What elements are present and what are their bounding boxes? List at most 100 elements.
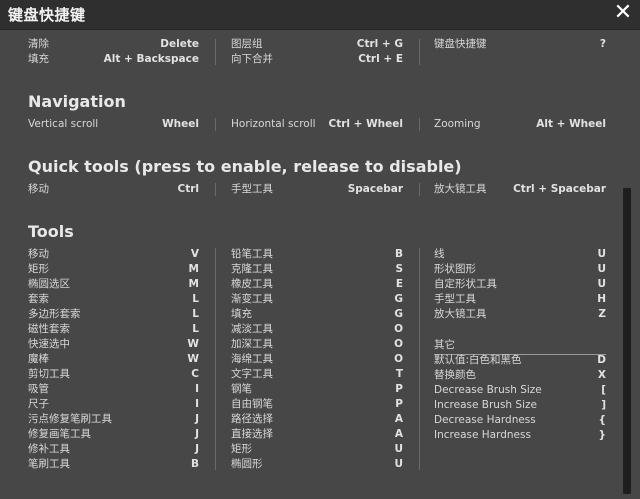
shortcut-label: 自定形状工具 [434,278,497,290]
shortcut-label: 污点修复笔刷工具 [28,413,112,425]
shortcut-label: 修补工具 [28,443,70,455]
shortcut-key: D [597,354,606,366]
shortcut-row: 路径选择 A [231,412,403,427]
shortcut-key: P [395,398,403,410]
column-divider [215,248,216,470]
shortcut-key: H [597,293,606,305]
column-divider [419,39,420,65]
shortcut-key: Ctrl + G [356,38,403,50]
shortcut-row: Vertical scroll Wheel [28,117,199,132]
shortcut-row: 磁性套索 L [28,322,199,337]
shortcut-label: Zooming [434,118,481,130]
shortcut-key: Ctrl + E [358,53,403,65]
shortcut-label: 移动 [28,183,49,195]
shortcut-label: 磁性套索 [28,323,70,335]
shortcut-row: 减淡工具 O [231,322,403,337]
shortcut-label: 移动 [28,248,49,260]
column-divider [419,248,420,470]
shortcut-key: A [394,413,403,425]
shortcut-label: 默认值:白色和黑色 [434,354,522,366]
shortcut-row: 橡皮工具 E [231,277,403,292]
shortcut-key: P [395,383,403,395]
shortcut-row: 海绵工具 O [231,352,403,367]
shortcut-row: 放大镜工具 Z [434,307,606,322]
shortcut-key: Alt + Wheel [536,118,606,130]
shortcut-label: 手型工具 [434,293,476,305]
shortcut-label: 橡皮工具 [231,278,273,290]
shortcut-row: 放大镜工具 Ctrl + Spacebar [434,182,606,197]
shortcut-key: E [395,278,403,290]
shortcut-row: 移动 V [28,247,199,262]
shortcut-label: 放大镜工具 [434,308,487,320]
shortcut-label: 图层组 [231,38,263,50]
column-divider [215,118,216,131]
shortcuts-content[interactable]: 清除 Delete 填充 Alt + Backspace 图层组 Ctrl + … [0,30,620,499]
shortcut-label: 魔棒 [28,353,49,365]
scrollbar-thumb[interactable] [623,188,631,494]
shortcut-label: 路径选择 [231,413,273,425]
shortcut-row: 线U [434,247,606,262]
quick-tools-heading: Quick tools (press to enable, release to… [28,157,462,176]
shortcut-row: 椭圆选区 M [28,277,199,292]
shortcut-key: T [395,368,403,380]
shortcut-row: 加深工具 O [231,337,403,352]
shortcut-row: 剪切工具 C [28,367,199,382]
shortcut-key: Z [598,308,606,320]
shortcut-row: 矩形 U [231,442,403,457]
tools-heading: Tools [28,222,74,241]
shortcut-label: 减淡工具 [231,323,273,335]
shortcut-label: 快速选中 [28,338,70,350]
shortcut-row: 手型工具 H [434,292,606,307]
shortcut-label: 填充 [28,53,49,65]
shortcut-key: U [597,278,606,290]
shortcut-row: 尺子 I [28,397,199,412]
shortcut-row: 替换颜色 X [434,368,606,383]
shortcut-row: 移动 Ctrl [28,182,199,197]
shortcut-key: W [187,338,199,350]
shortcut-row: Increase Brush Size] [434,398,606,413]
shortcut-key: L [192,293,199,305]
navigation-heading: Navigation [28,92,126,111]
shortcut-label: Decrease Brush Size [434,384,542,396]
shortcut-row: 吸管 I [28,382,199,397]
shortcut-key: O [394,323,403,335]
shortcut-label: 填充 [231,308,252,320]
shortcut-label: Horizontal scroll [231,118,316,130]
shortcut-row: Horizontal scroll Ctrl + Wheel [231,117,403,132]
shortcut-key: O [394,338,403,350]
shortcut-label: 钢笔 [231,383,252,395]
shortcut-row: 矩形 M [28,262,199,277]
shortcut-key: U [394,443,403,455]
close-icon[interactable]: ✕ [612,0,634,26]
shortcut-label: 渐变工具 [231,293,273,305]
shortcut-key: M [188,263,199,275]
shortcut-label: 矩形 [231,443,252,455]
shortcut-label: 放大镜工具 [434,183,487,195]
shortcut-row: 文字工具 T [231,367,403,382]
shortcut-key: C [191,368,199,380]
shortcut-key: } [598,429,606,441]
shortcut-row: 钢笔 P [231,382,403,397]
shortcut-key: M [188,278,199,290]
shortcut-row: 椭圆形 U [231,457,403,472]
shortcut-key: V [190,248,199,260]
shortcut-label: 清除 [28,38,49,50]
shortcut-row: 填充 Alt + Backspace [28,52,199,67]
shortcut-label: 笔刷工具 [28,458,70,470]
shortcut-key: O [394,353,403,365]
shortcut-label: 自由钢笔 [231,398,273,410]
vertical-scrollbar[interactable] [620,30,640,499]
shortcut-label: 手型工具 [231,183,273,195]
shortcut-label: 键盘快捷键 [434,38,487,50]
shortcut-label: 文字工具 [231,368,273,380]
shortcut-key: G [394,293,403,305]
shortcut-label: 克隆工具 [231,263,273,275]
shortcut-row: 清除 Delete [28,37,199,52]
shortcut-row: Decrease Hardness { [434,413,606,428]
shortcut-row: 渐变工具 G [231,292,403,307]
shortcut-row: 图层组 Ctrl + G [231,37,403,52]
shortcut-label: 多边形套索 [28,308,81,320]
shortcut-key: U [394,458,403,470]
shortcut-key: I [195,398,199,410]
shortcut-row: 污点修复笔刷工具 J [28,412,199,427]
